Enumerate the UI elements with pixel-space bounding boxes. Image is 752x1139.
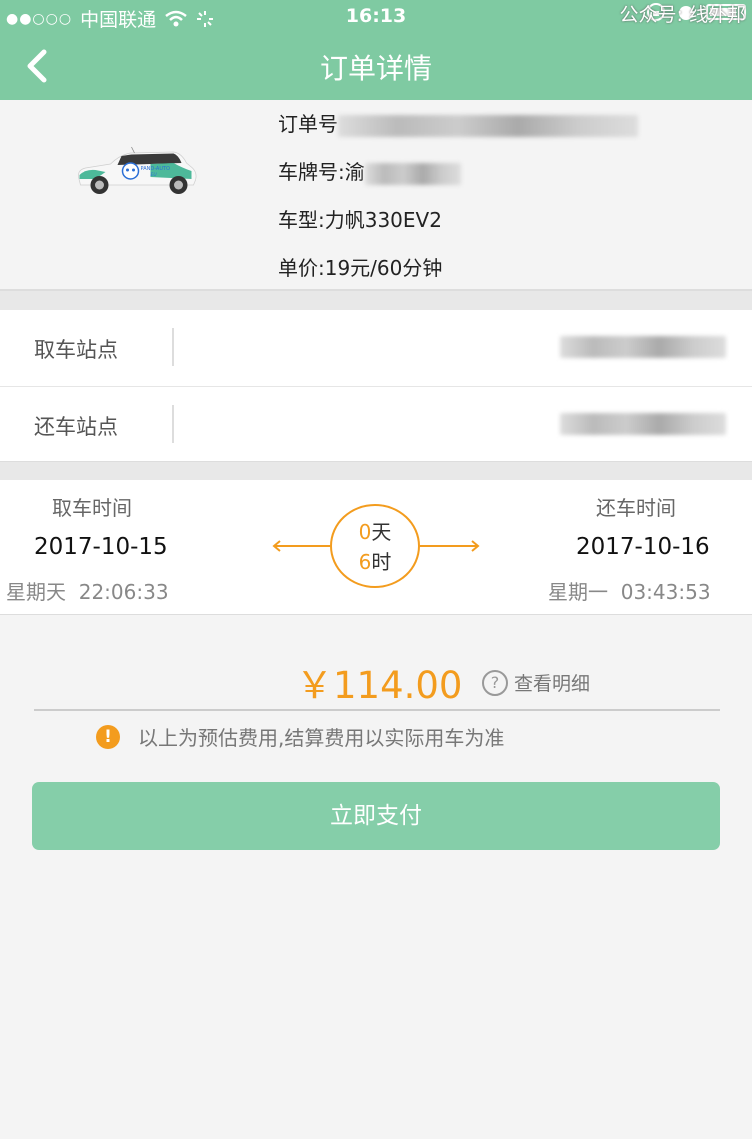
return-station-row[interactable]: 还车站点: [0, 386, 752, 462]
watermark-text: 公众号: 线外邦: [619, 4, 746, 26]
plate-number-label: 车牌号:渝: [278, 160, 365, 184]
pickup-weekday: 星期天: [6, 580, 66, 604]
duration-hours: 6时: [358, 550, 392, 574]
pickup-time-label: 取车时间: [52, 496, 132, 520]
pickup-station-row[interactable]: 取车站点: [0, 310, 752, 386]
plate-number-redacted: [364, 162, 461, 185]
return-station-label: 还车站点: [34, 415, 118, 439]
duration-days: 0天: [358, 520, 392, 544]
view-details-link[interactable]: ? 查看明细: [482, 669, 590, 696]
divider: [172, 405, 174, 443]
pay-now-button[interactable]: 立即支付: [32, 782, 720, 850]
notice-text: 以上为预估费用,结算费用以实际用车为准: [138, 726, 505, 750]
plate-number: 车牌号:渝: [278, 156, 461, 185]
pickup-station-value: [560, 336, 726, 358]
price-row: ￥114.00 ? 查看明细: [0, 655, 752, 711]
order-number: 订单号: [278, 108, 638, 137]
nav-bar: 订单详情: [0, 32, 752, 100]
return-weekday-time: 星期一 03:43:53: [548, 576, 711, 605]
return-weekday: 星期一: [548, 580, 608, 604]
estimated-price: ￥114.00: [296, 664, 463, 707]
pickup-station-label: 取车站点: [34, 338, 118, 362]
svg-text:PAND-AUTO: PAND-AUTO: [141, 166, 171, 172]
estimate-notice: ! 以上为预估费用,结算费用以实际用车为准: [96, 722, 504, 751]
divider: [172, 328, 174, 366]
rental-time-panel: 取车时间 2017-10-15 星期天 22:06:33 0天 6时 还车时间 …: [0, 480, 752, 615]
section-divider: [0, 462, 752, 480]
duration-badge: 0天 6时: [330, 504, 420, 588]
return-station-value: [560, 413, 726, 435]
question-icon: ?: [482, 669, 508, 696]
section-divider: [0, 290, 752, 310]
stations-panel: 取车站点 还车站点: [0, 310, 752, 462]
car-image: PAND-AUTO EU: [78, 146, 197, 194]
page-title: 订单详情: [319, 52, 432, 85]
pickup-date: 2017-10-15: [34, 534, 168, 560]
return-clock: 03:43:53: [620, 580, 711, 604]
arrow-right-icon: [420, 540, 480, 552]
car-model: 车型:力帆330EV2: [278, 208, 442, 232]
status-bar: ●●○○○ 中国联通 16:13 公众号: 线外邦: [0, 0, 752, 32]
pickup-weekday-time: 星期天 22:06:33: [6, 576, 169, 605]
return-time-label: 还车时间: [596, 496, 676, 520]
order-info-card: PAND-AUTO EU 订单号 车牌号:渝 车型:力帆330EV2 单价:19…: [0, 100, 752, 290]
order-number-redacted: [338, 114, 638, 137]
pickup-clock: 22:06:33: [78, 580, 169, 604]
return-date: 2017-10-16: [576, 534, 710, 560]
warning-icon: !: [96, 724, 120, 749]
unit-price: 单价:19元/60分钟: [278, 256, 443, 280]
order-number-label: 订单号: [278, 112, 338, 136]
divider: [34, 709, 720, 711]
svg-text:EU: EU: [151, 172, 158, 178]
arrow-left-icon: [272, 540, 330, 552]
view-details-label: 查看明细: [514, 673, 591, 695]
